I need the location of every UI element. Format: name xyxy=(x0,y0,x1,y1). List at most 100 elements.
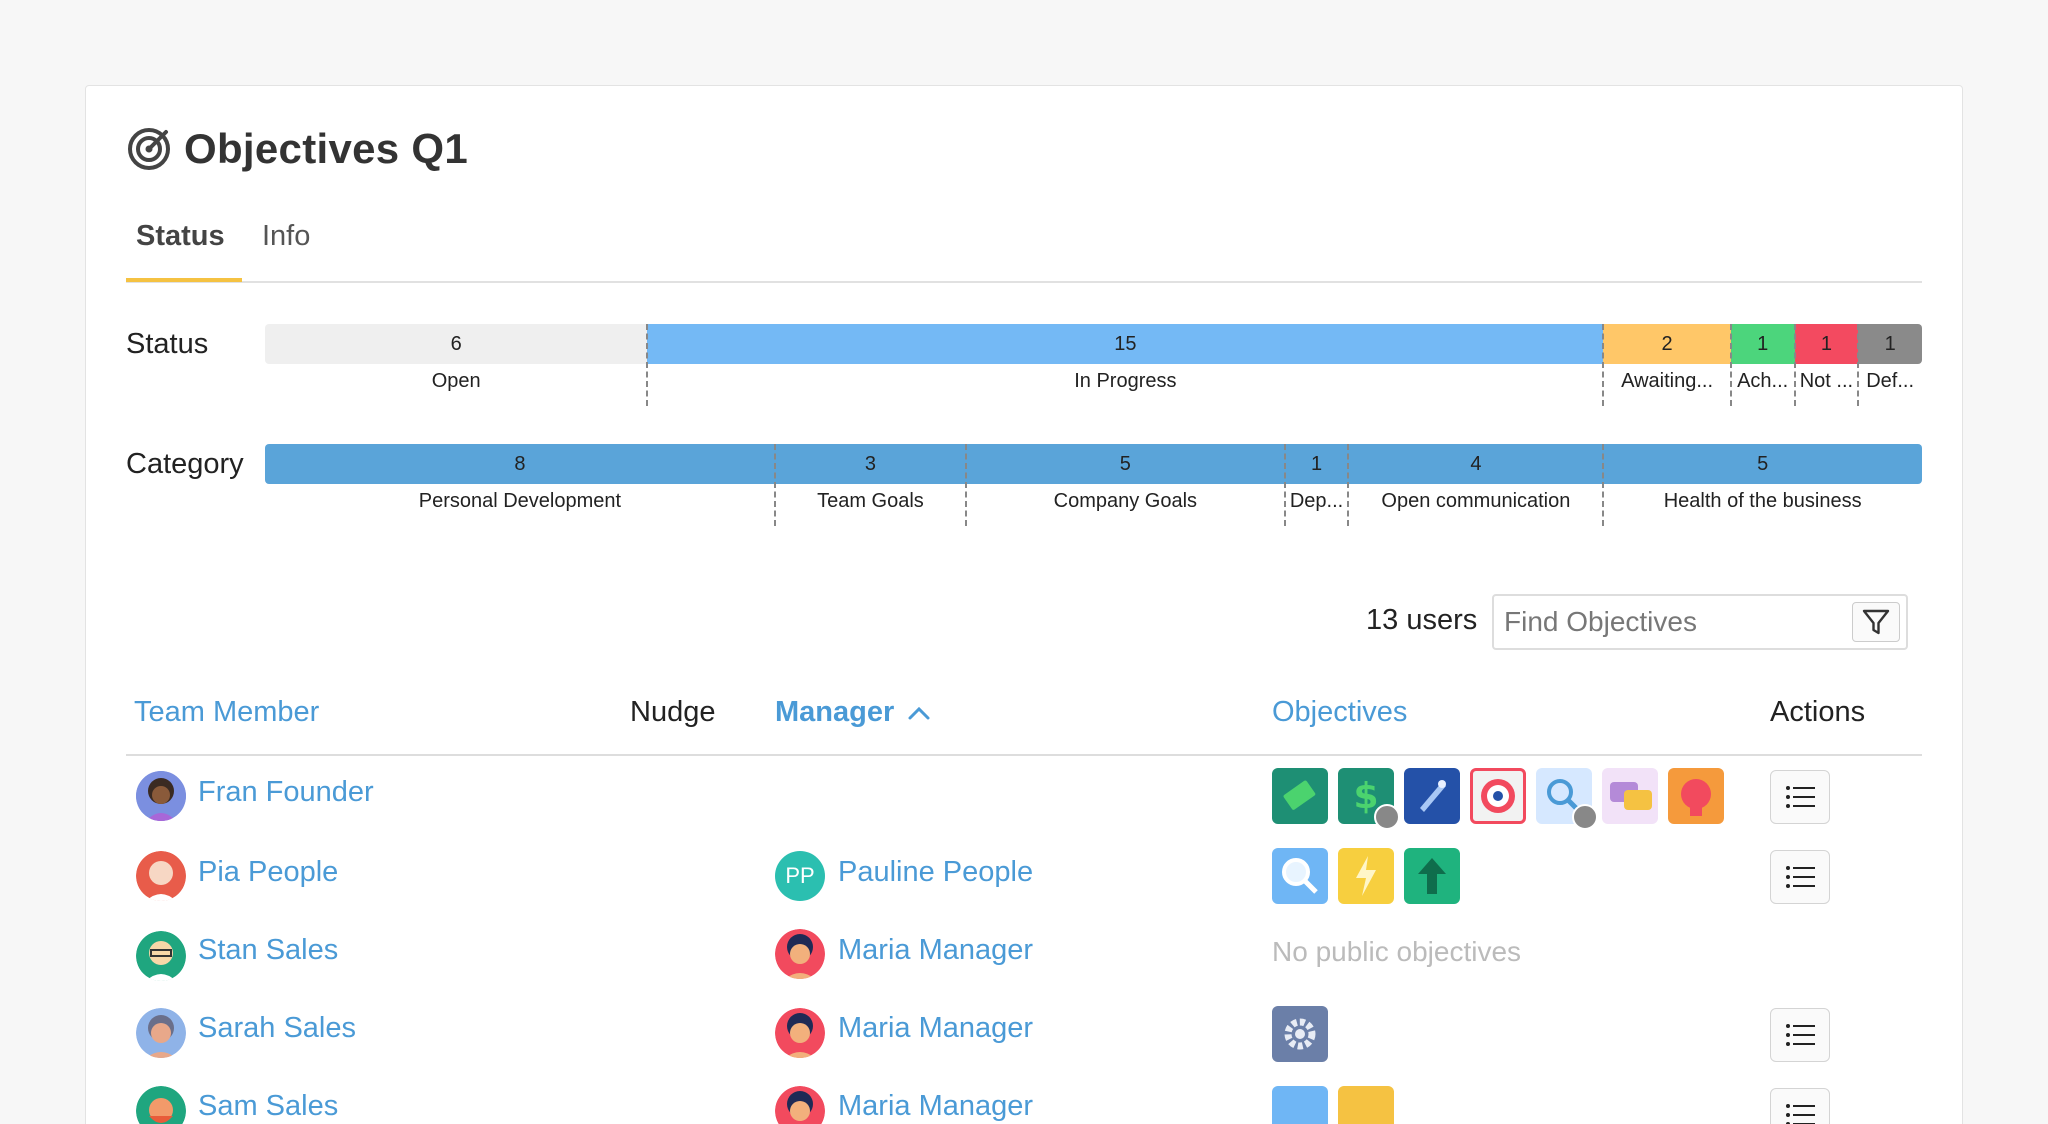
avatar xyxy=(136,851,186,901)
category-segment-divider xyxy=(773,444,776,526)
category-segment[interactable]: 3 xyxy=(774,444,967,484)
manager-avatar xyxy=(775,1086,825,1124)
table-row: Pia People PP Pauline People xyxy=(126,836,1922,916)
category-segment-divider xyxy=(1283,444,1286,526)
list-icon xyxy=(1786,866,1815,888)
category-segment-divider xyxy=(965,444,968,526)
category-segment[interactable]: 5 xyxy=(1603,444,1922,484)
list-icon xyxy=(1786,786,1815,808)
magnifier-objective-icon[interactable] xyxy=(1272,848,1328,904)
manager-name[interactable]: Pauline People xyxy=(838,856,1033,889)
manager-name[interactable]: Maria Manager xyxy=(838,1012,1033,1045)
category-segment-label: Dep... xyxy=(1289,490,1344,512)
manager-name[interactable]: Maria Manager xyxy=(838,1090,1033,1123)
target-icon xyxy=(128,128,170,170)
objective-icons xyxy=(1272,848,1460,904)
status-segment-label: Not ... xyxy=(1799,370,1854,392)
column-objectives[interactable]: Objectives xyxy=(1272,696,1407,729)
status-segment-label: Def... xyxy=(1866,370,1915,392)
tab-status[interactable]: Status xyxy=(136,220,225,253)
member-name[interactable]: Pia People xyxy=(198,856,338,889)
category-segment-label: Health of the business xyxy=(1663,490,1862,512)
status-segment[interactable]: 1 xyxy=(1858,324,1922,364)
objective-icons xyxy=(1272,1086,1394,1124)
tab-bar: Status Info xyxy=(126,210,1922,283)
filter-funnel-icon xyxy=(1862,609,1890,635)
status-segment[interactable]: 1 xyxy=(1730,324,1795,364)
objective-icons xyxy=(1272,1006,1328,1062)
filter-button[interactable] xyxy=(1852,602,1900,642)
target-objective-icon[interactable] xyxy=(1470,768,1526,824)
lock-icon xyxy=(1572,804,1598,830)
column-manager[interactable]: Manager xyxy=(775,696,932,729)
category-segment[interactable]: 4 xyxy=(1348,444,1604,484)
status-segment[interactable]: 15 xyxy=(647,324,1604,364)
profile-objective-icon[interactable] xyxy=(1272,1086,1328,1124)
status-segment[interactable]: 2 xyxy=(1603,324,1731,364)
manager-avatar xyxy=(775,1008,825,1058)
category-segment-label: Company Goals xyxy=(1053,490,1198,512)
actions-button[interactable] xyxy=(1770,850,1830,904)
member-name[interactable]: Sarah Sales xyxy=(198,1012,356,1045)
status-segment[interactable]: 6 xyxy=(265,324,648,364)
manager-avatar xyxy=(775,929,825,979)
gear-objective-icon[interactable] xyxy=(1272,1006,1328,1062)
status-segment-divider xyxy=(646,324,649,406)
column-nudge: Nudge xyxy=(630,696,716,728)
tab-info[interactable]: Info xyxy=(262,220,310,253)
actions-button[interactable] xyxy=(1770,770,1830,824)
dollar-objective-icon[interactable]: $ xyxy=(1338,768,1400,830)
status-segment-divider xyxy=(1729,324,1732,406)
status-row-label: Status xyxy=(126,328,209,360)
table-row: Stan Sales Maria Manager No public objec… xyxy=(126,916,1922,996)
status-segment[interactable]: 1 xyxy=(1794,324,1859,364)
page-header: Objectives Q1 xyxy=(126,125,468,173)
table-row: Sam Sales Maria Manager xyxy=(126,1072,1922,1124)
category-segment-label: Team Goals xyxy=(817,490,924,512)
users-count: 13 users xyxy=(1366,604,1478,636)
page-title: Objectives Q1 xyxy=(184,125,469,172)
member-name[interactable]: Sam Sales xyxy=(198,1090,338,1123)
avatar xyxy=(136,1008,186,1058)
objective-icons: $ xyxy=(1272,768,1724,830)
category-distribution-bar: 8 Personal Development 3 Team Goals 5 Company… xyxy=(265,444,1922,526)
cloud-objective-icon[interactable] xyxy=(1338,1086,1394,1124)
lock-icon xyxy=(1374,804,1400,830)
arrow-up-objective-icon[interactable] xyxy=(1404,848,1460,904)
column-actions: Actions xyxy=(1770,696,1866,728)
category-segment-label: Personal Development xyxy=(418,490,622,512)
status-segment-label: Awaiting... xyxy=(1621,370,1714,392)
status-segment-label: Ach... xyxy=(1737,370,1789,392)
status-segment-divider xyxy=(1602,324,1605,406)
chat-objective-icon[interactable] xyxy=(1602,768,1658,824)
column-manager-label: Manager xyxy=(775,696,895,728)
category-segment[interactable]: 1 xyxy=(1284,444,1349,484)
chevron-up-icon xyxy=(908,706,930,719)
status-segment-divider xyxy=(1857,324,1860,406)
category-row-label: Category xyxy=(126,448,244,480)
table-row: Fran Founder $ xyxy=(126,756,1922,836)
status-segment-label: In Progress xyxy=(1074,370,1177,392)
category-segment[interactable]: 8 xyxy=(265,444,775,484)
category-segment[interactable]: 5 xyxy=(966,444,1285,484)
manager-name[interactable]: Maria Manager xyxy=(838,934,1033,967)
avatar xyxy=(136,1086,186,1124)
column-team-member[interactable]: Team Member xyxy=(134,696,319,729)
member-name[interactable]: Fran Founder xyxy=(198,776,374,809)
member-name[interactable]: Stan Sales xyxy=(198,934,338,967)
search-input[interactable] xyxy=(1494,596,1834,648)
magnifier-objective-icon[interactable] xyxy=(1536,768,1598,830)
mind-objective-icon[interactable] xyxy=(1668,768,1724,824)
actions-button[interactable] xyxy=(1770,1008,1830,1062)
status-distribution-bar: 6 Open 15 In Progress 2 Awaiting... 1 Ach... 1 No… xyxy=(265,324,1922,406)
search-box xyxy=(1492,594,1908,650)
manager-initials-avatar: PP xyxy=(775,851,825,901)
actions-button[interactable] xyxy=(1770,1088,1830,1124)
rocket-objective-icon[interactable] xyxy=(1404,768,1460,824)
avatar xyxy=(136,931,186,981)
lightning-objective-icon[interactable] xyxy=(1338,848,1394,904)
category-segment-divider xyxy=(1347,444,1350,526)
money-objective-icon[interactable] xyxy=(1272,768,1328,824)
status-segment-divider xyxy=(1793,324,1796,406)
table-row: Sarah Sales Maria Manager xyxy=(126,994,1922,1074)
